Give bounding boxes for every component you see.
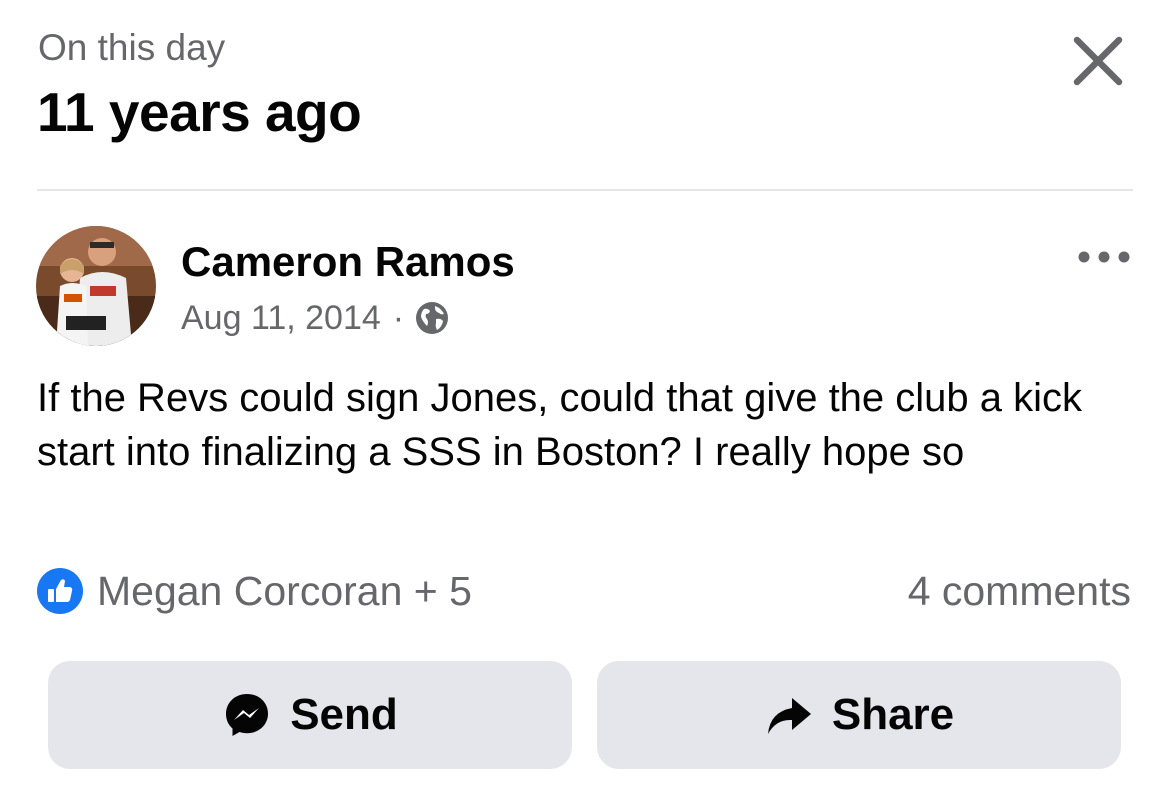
reactions-summary[interactable]: Megan Corcoran + 5 <box>37 566 472 616</box>
share-button[interactable]: Share <box>597 661 1121 769</box>
divider <box>37 189 1133 191</box>
meta-separator: · <box>392 298 405 337</box>
avatar[interactable] <box>36 226 156 346</box>
post-date[interactable]: Aug 11, 2014 <box>181 299 381 338</box>
author-name[interactable]: Cameron Ramos <box>181 237 515 287</box>
avatar-photo <box>36 226 156 346</box>
more-options-button[interactable] <box>1076 242 1132 272</box>
post-text: If the Revs could sign Jones, could that… <box>37 376 1083 474</box>
globe-icon <box>416 302 449 334</box>
header-title: 11 years ago <box>37 81 362 143</box>
post-meta: Aug 11, 2014 · <box>181 296 450 340</box>
memory-card: On this day 11 years ago Cameron Ramos A… <box>0 0 1170 804</box>
send-button[interactable]: Send <box>48 661 572 769</box>
comments-count[interactable]: 4 comments <box>908 566 1131 616</box>
header-overline: On this day <box>38 27 226 68</box>
messenger-icon <box>226 694 269 736</box>
share-label: Share <box>831 690 955 739</box>
close-button[interactable] <box>1065 28 1131 94</box>
close-icon <box>1073 36 1123 86</box>
more-options-icon <box>1078 251 1130 263</box>
send-label: Send <box>290 690 398 739</box>
reactions-text: Megan Corcoran + 5 <box>97 567 472 614</box>
like-icon <box>37 568 83 614</box>
share-arrow-icon <box>767 698 811 734</box>
